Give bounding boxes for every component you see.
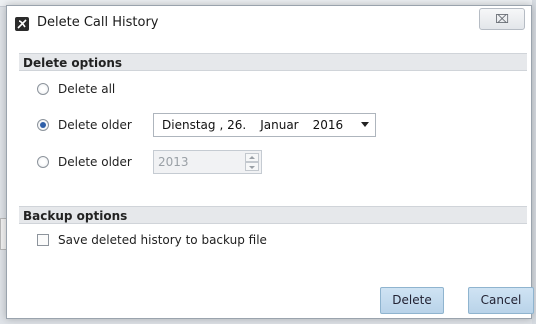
delete-older-date-radio[interactable] (37, 119, 49, 131)
dialog-title: Delete Call History (37, 15, 159, 30)
save-backup-checkbox[interactable] (37, 234, 49, 246)
year-value: 2013 (158, 155, 189, 169)
delete-call-history-dialog: Delete Call History ⌧ Delete options Del… (6, 5, 534, 319)
delete-older-year-label: Delete older (58, 155, 132, 169)
date-day[interactable]: , 26. (220, 118, 247, 132)
stepper-down-icon[interactable] (245, 162, 259, 171)
close-icon: ⌧ (495, 12, 509, 26)
chevron-down-icon[interactable] (361, 122, 369, 127)
delete-older-date-label: Delete older (58, 118, 132, 132)
year-stepper[interactable]: 2013 (153, 150, 262, 174)
date-year[interactable]: 2016 (313, 118, 344, 132)
delete-older-date-option[interactable]: Delete older (37, 114, 132, 136)
delete-all-option[interactable]: Delete all (37, 78, 115, 100)
date-month[interactable]: Januar (260, 118, 298, 132)
stepper-up-icon[interactable] (245, 153, 259, 162)
cancel-button[interactable]: Cancel (468, 287, 534, 314)
close-button[interactable]: ⌧ (479, 8, 525, 30)
app-icon (15, 17, 29, 31)
delete-all-radio[interactable] (37, 83, 49, 95)
delete-older-year-radio[interactable] (37, 156, 49, 168)
save-backup-label: Save deleted history to backup file (58, 233, 267, 247)
delete-older-year-option[interactable]: Delete older (37, 151, 132, 173)
date-weekday[interactable]: Dienstag (162, 118, 216, 132)
delete-button[interactable]: Delete (380, 287, 444, 314)
delete-all-label: Delete all (58, 82, 116, 96)
title-bar: Delete Call History ⌧ (7, 6, 531, 42)
backup-options-header: Backup options (19, 206, 527, 224)
background-window-right-edge (532, 0, 536, 324)
date-picker[interactable]: Dienstag , 26. Januar 2016 (153, 113, 376, 137)
delete-options-header: Delete options (19, 53, 527, 71)
save-backup-option[interactable]: Save deleted history to backup file (37, 229, 267, 251)
